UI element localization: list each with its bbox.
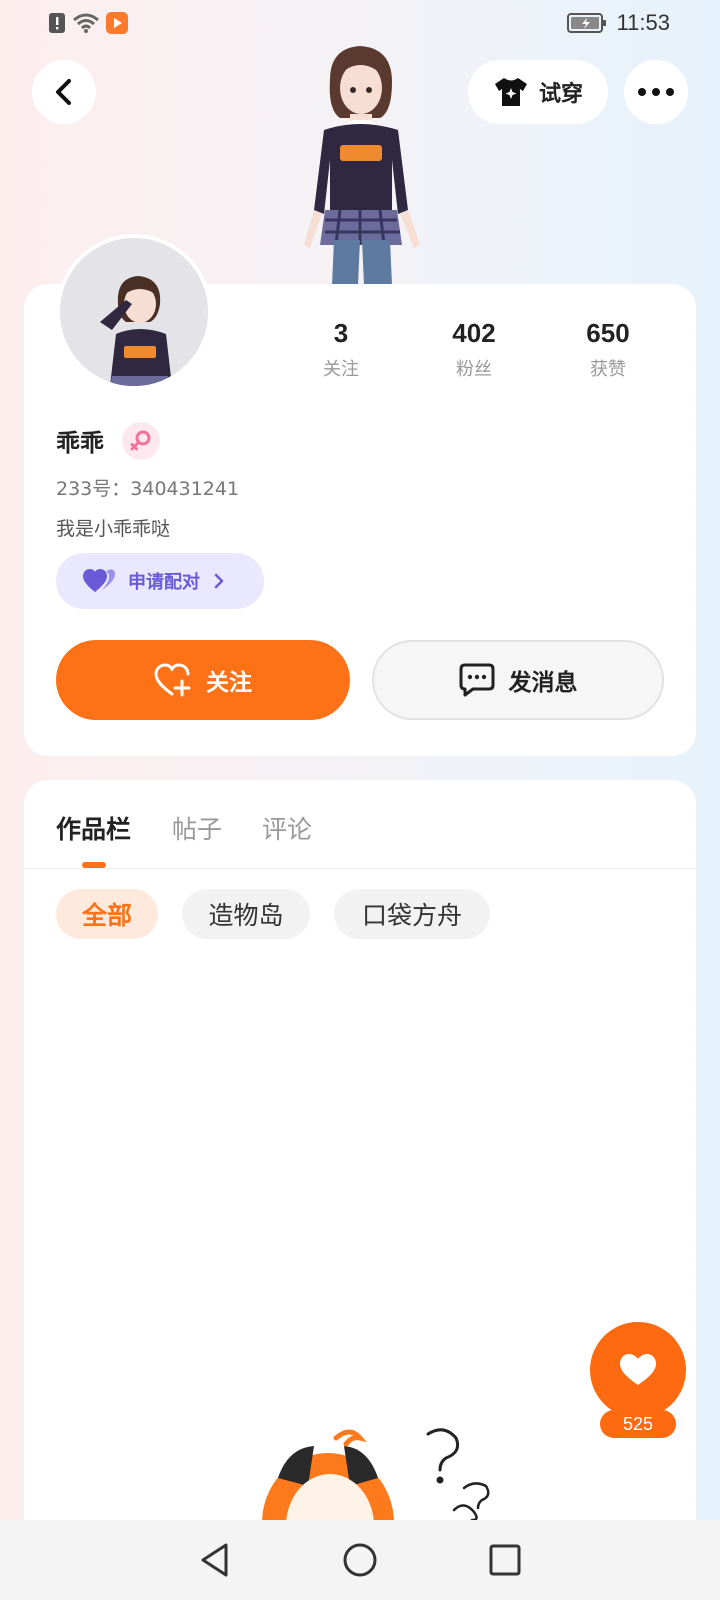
tab-divider: [24, 868, 696, 869]
apply-pair-button[interactable]: 申请配对: [56, 553, 264, 609]
chat-bubble-icon: [459, 663, 494, 697]
tab-works[interactable]: 作品栏: [56, 810, 131, 846]
nav-back-icon[interactable]: [198, 1542, 232, 1578]
more-button[interactable]: [624, 60, 688, 124]
like-count: 525: [600, 1410, 676, 1438]
clock: 11:53: [616, 10, 670, 35]
heart-plus-icon: [154, 663, 191, 697]
app-notification-icon: [106, 12, 128, 34]
stat-likes[interactable]: 650 获赞: [548, 318, 668, 381]
system-nav-bar: [0, 1520, 720, 1600]
fans-count: 402: [452, 318, 496, 348]
follow-button[interactable]: 关注: [56, 640, 350, 720]
chevron-right-icon: [214, 573, 224, 589]
filter-pocket-ark[interactable]: 口袋方舟: [334, 889, 490, 939]
apply-pair-label: 申请配对: [128, 572, 200, 593]
alert-icon: [49, 13, 65, 33]
nav-recents-icon[interactable]: [488, 1543, 522, 1577]
wifi-icon: [73, 13, 99, 33]
female-gender-icon: [122, 422, 160, 460]
filter-all[interactable]: 全部: [56, 889, 158, 939]
following-count: 3: [333, 318, 349, 348]
try-on-label: 试穿: [538, 82, 583, 107]
following-label: 关注: [323, 359, 359, 380]
tab-comments[interactable]: 评论: [262, 810, 312, 846]
avatar[interactable]: [56, 234, 212, 390]
filter-creation-island[interactable]: 造物岛: [182, 889, 310, 939]
fans-label: 粉丝: [456, 359, 492, 380]
avatar-3d-figure: [280, 40, 440, 285]
shirt-icon: [494, 78, 527, 106]
heart-icon: [620, 1354, 656, 1385]
empty-state-mascot: [258, 1428, 508, 1520]
like-button[interactable]: [590, 1322, 686, 1418]
battery-icon: [566, 13, 606, 33]
likes-count: 650: [586, 318, 630, 348]
username: 乖乖: [56, 429, 104, 457]
send-message-label: 发消息: [508, 670, 578, 696]
follow-label: 关注: [206, 670, 252, 696]
tab-posts[interactable]: 帖子: [172, 810, 222, 846]
stat-fans[interactable]: 402 粉丝: [414, 318, 534, 381]
chevron-left-icon: [56, 79, 71, 105]
more-dots-icon: [638, 88, 674, 96]
bio: 我是小乖乖哒: [56, 518, 171, 540]
send-message-button[interactable]: 发消息: [372, 640, 664, 720]
user-id: 233号：340431241: [56, 478, 240, 500]
back-button[interactable]: [32, 60, 96, 124]
double-heart-icon: [83, 569, 116, 592]
stat-following[interactable]: 3 关注: [281, 318, 401, 381]
nav-home-icon[interactable]: [342, 1542, 378, 1578]
likes-label: 获赞: [590, 359, 626, 380]
try-on-button[interactable]: 试穿: [468, 60, 608, 124]
